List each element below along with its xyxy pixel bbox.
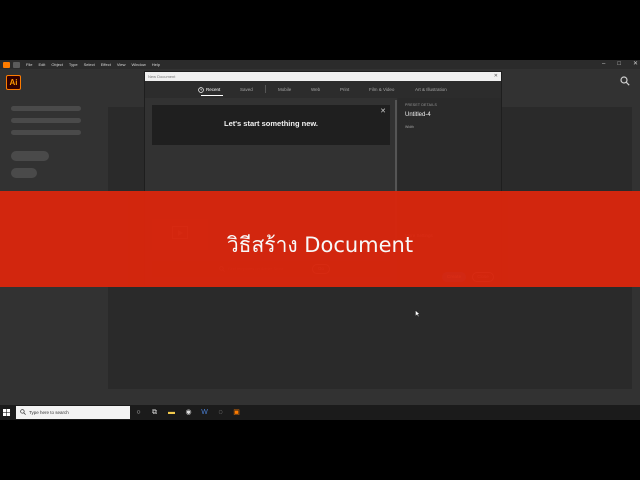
sidebar-placeholder-line <box>11 106 81 111</box>
menu-help[interactable]: Help <box>152 60 160 69</box>
tab-divider <box>265 85 266 93</box>
menu-object[interactable]: Object <box>51 60 63 69</box>
bridge-mini-icon <box>13 61 20 68</box>
tab-film-video[interactable]: Film & Video <box>369 87 394 92</box>
sidebar-placeholder-button <box>11 168 37 178</box>
tab-saved[interactable]: Saved <box>240 87 253 92</box>
menu-view[interactable]: View <box>117 60 126 69</box>
sidebar-placeholder-button <box>11 151 49 161</box>
preset-details-label: PRESET DETAILS <box>405 103 438 107</box>
menu-select[interactable]: Select <box>84 60 95 69</box>
clock-icon <box>198 87 204 93</box>
search-icon[interactable] <box>620 76 630 86</box>
menu-type[interactable]: Type <box>69 60 78 69</box>
sidebar-placeholder-line <box>11 130 81 135</box>
browser-icon[interactable]: ◌ <box>216 408 225 417</box>
tab-mobile[interactable]: Mobile <box>278 87 291 92</box>
preset-tabs: Recent Saved Mobile Web Print Film & Vid… <box>145 83 501 97</box>
taskbar-search-input[interactable]: Type here to search <box>29 406 69 419</box>
sidebar-placeholder-line <box>11 118 81 123</box>
menu-bar: File Edit Object Type Select Effect View… <box>0 60 640 69</box>
close-icon[interactable]: ✕ <box>380 107 386 115</box>
welcome-title: Let's start something new. <box>223 119 319 128</box>
menu-file[interactable]: File <box>26 60 32 69</box>
menu-effect[interactable]: Effect <box>101 60 111 69</box>
banner-title: วิธีสร้าง Document <box>226 233 414 257</box>
window-controls: – □ ✕ <box>602 60 638 69</box>
tab-print[interactable]: Print <box>340 87 349 92</box>
dialog-close-icon[interactable]: ✕ <box>494 72 498 81</box>
illustrator-logo: Ai <box>6 75 21 90</box>
windows-taskbar: Type here to search ○ ⧉ ▬ ◉ W ◌ ▣ <box>0 405 640 420</box>
chrome-icon[interactable]: ◉ <box>184 408 193 417</box>
document-name-field[interactable]: Untitled-4 <box>405 112 431 118</box>
tab-art-illustration[interactable]: Art & Illustration <box>415 87 447 92</box>
task-view-icon[interactable]: ⧉ <box>150 408 159 417</box>
word-icon[interactable]: W <box>200 408 209 417</box>
dialog-title: New Document <box>148 74 176 79</box>
taskbar-search[interactable]: Type here to search <box>16 406 130 419</box>
maximize-icon[interactable]: □ <box>617 60 621 69</box>
file-explorer-icon[interactable]: ▬ <box>167 408 176 417</box>
search-icon <box>20 409 26 415</box>
menu-items: File Edit Object Type Select Effect View… <box>26 60 160 69</box>
dialog-title-bar: New Document ✕ <box>145 72 501 81</box>
title-banner: วิธีสร้าง Document <box>0 191 640 287</box>
menu-edit[interactable]: Edit <box>38 60 45 69</box>
windows-start-icon[interactable] <box>3 409 10 416</box>
cortana-icon[interactable]: ○ <box>134 408 143 417</box>
width-label: Width <box>405 125 414 129</box>
close-window-icon[interactable]: ✕ <box>633 60 638 69</box>
tab-recent[interactable]: Recent <box>206 87 220 92</box>
tab-web[interactable]: Web <box>311 87 320 92</box>
welcome-card: Let's start something new. ✕ <box>152 105 390 145</box>
mouse-cursor-icon <box>415 310 420 317</box>
minimize-icon[interactable]: – <box>602 60 605 69</box>
menu-window[interactable]: Window <box>131 60 145 69</box>
illustrator-taskbar-icon[interactable]: ▣ <box>232 408 241 417</box>
active-tab-underline <box>201 95 223 96</box>
video-frame: File Edit Object Type Select Effect View… <box>0 0 640 480</box>
illustrator-mini-icon <box>3 61 10 68</box>
